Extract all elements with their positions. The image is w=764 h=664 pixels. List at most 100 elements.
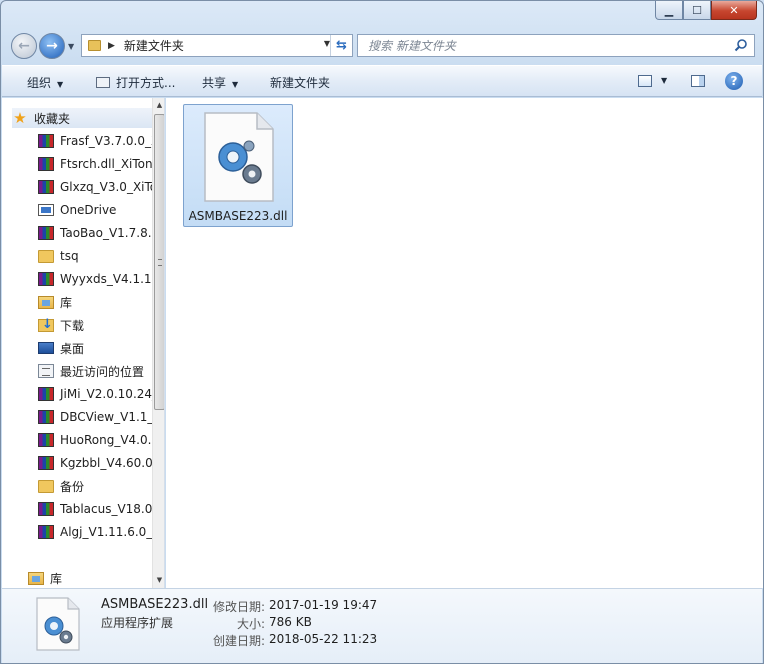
size-value: 786 KB — [269, 615, 312, 629]
created-date-value: 2018-05-22 11:23 — [269, 632, 378, 646]
search-icon[interactable] — [734, 38, 748, 52]
sidebar-item-label: TaoBao_V1.7.8. — [60, 226, 152, 240]
caption-buttons: ▁ ☐ ✕ — [655, 1, 757, 21]
dll-settings-file-icon — [36, 597, 80, 651]
rar-archive-icon — [38, 180, 54, 194]
modified-date-label: 修改日期: — [212, 600, 265, 614]
navigation-pane-scrollbar[interactable]: ▲ ▼ — [152, 98, 164, 588]
scroll-up-icon[interactable]: ▲ — [153, 98, 164, 112]
size-label: 大小: — [236, 617, 265, 631]
back-arrow-icon: ← — [18, 38, 30, 54]
scroll-down-icon[interactable]: ▼ — [153, 573, 164, 587]
share-menu[interactable]: 共享 ▼ — [202, 74, 238, 91]
search-placeholder: 搜索 新建文件夹 — [368, 39, 456, 53]
rar-archive-icon — [38, 272, 54, 286]
sidebar-item-label: 桌面 — [60, 341, 85, 356]
sidebar-item[interactable]: Algj_V1.11.6.0_X — [38, 522, 164, 542]
sidebar-item[interactable]: DBCView_V1.1_ — [38, 407, 164, 427]
sidebar-item-label: Ftsrch.dll_XiTon — [60, 157, 153, 171]
sidebar-item-label: 备份 — [60, 479, 85, 494]
favorites-header[interactable]: ★ 收藏夹 — [12, 108, 159, 128]
rar-archive-icon — [38, 410, 54, 424]
recent-places-icon — [38, 364, 54, 378]
rar-archive-icon — [38, 226, 54, 240]
sidebar-item-library[interactable]: 库 — [38, 292, 164, 312]
sidebar-item-label: HuoRong_V4.0. — [60, 433, 152, 447]
sidebar-item[interactable]: Ftsrch.dll_XiTon — [38, 154, 164, 174]
dll-settings-file-icon — [204, 112, 274, 202]
sidebar-item-downloads[interactable]: 下载 — [38, 315, 164, 335]
folder-icon — [88, 40, 101, 51]
breadcrumb-chevron-icon[interactable]: ▶ — [108, 41, 115, 51]
organize-menu[interactable]: 组织 ▼ — [27, 74, 63, 91]
sidebar-item[interactable]: TaoBao_V1.7.8. — [38, 223, 164, 243]
search-input[interactable]: 搜索 新建文件夹 — [357, 34, 755, 57]
back-button[interactable]: ← — [11, 33, 37, 59]
libraries-header[interactable]: 库 — [28, 568, 164, 588]
sidebar-item-backup[interactable]: 备份 — [38, 476, 164, 496]
chevron-down-icon: ▼ — [232, 80, 239, 89]
new-folder-label: 新建文件夹 — [270, 76, 331, 90]
details-pane: ASMBASE223.dll 应用程序扩展 修改日期: 2017-01-19 1… — [2, 588, 762, 663]
command-bar: 组织 ▼ 打开方式... 共享 ▼ 新建文件夹 ▼ ? — [2, 65, 762, 97]
sidebar-item-label: tsq — [60, 249, 79, 263]
view-options-dropdown[interactable]: ▼ — [661, 76, 667, 85]
sidebar-item[interactable]: Kgzbbl_V4.60.0 — [38, 453, 164, 473]
libraries-label: 库 — [50, 571, 63, 586]
scrollbar-thumb[interactable] — [154, 114, 164, 410]
chevron-down-icon: ▼ — [57, 80, 64, 89]
sidebar-item-label: Tablacus_V18.0 — [60, 502, 153, 516]
created-date-label: 创建日期: — [212, 634, 265, 648]
modified-date-value: 2017-01-19 19:47 — [269, 598, 378, 612]
folder-icon — [38, 479, 54, 493]
close-button[interactable]: ✕ — [711, 1, 757, 20]
open-with-button[interactable]: 打开方式... — [96, 74, 175, 91]
navigation-bar: ← → ▼ ▶ 新建文件夹 ▼ ⇆ 搜索 新建文件夹 — [9, 31, 757, 61]
organize-label: 组织 — [27, 76, 52, 90]
sidebar-item-recent-places[interactable]: 最近访问的位置 — [38, 361, 164, 381]
help-icon[interactable]: ? — [725, 72, 743, 90]
new-folder-button[interactable]: 新建文件夹 — [270, 74, 330, 91]
explorer-window: ▁ ☐ ✕ ← → ▼ ▶ 新建文件夹 ▼ ⇆ 搜索 新建文件夹 组织 ▼ 打开… — [0, 0, 764, 664]
open-with-icon — [96, 77, 110, 88]
change-view-icon[interactable] — [638, 75, 652, 87]
sidebar-item-label: Wyyxds_V4.1.1. — [60, 272, 156, 286]
open-with-label: 打开方式... — [116, 76, 176, 90]
folder-icon — [38, 249, 54, 263]
sidebar-item-label: Algj_V1.11.6.0_X — [60, 525, 161, 539]
recent-pages-dropdown[interactable]: ▼ — [68, 42, 74, 51]
rar-archive-icon — [38, 433, 54, 447]
sidebar-item[interactable]: Tablacus_V18.0 — [38, 499, 164, 519]
minimize-button[interactable]: ▁ — [655, 1, 683, 20]
onedrive-icon — [38, 204, 54, 216]
favorites-label: 收藏夹 — [34, 111, 71, 126]
sidebar-item[interactable]: Glxzq_V3.0_XiTo — [38, 177, 164, 197]
sidebar-item-tsq[interactable]: tsq — [38, 246, 164, 266]
forward-button[interactable]: → — [39, 33, 65, 59]
sidebar-item-label: Frasf_V3.7.0.0_X — [60, 134, 160, 148]
sidebar-item-label: OneDrive — [60, 203, 117, 217]
rar-archive-icon — [38, 525, 54, 539]
rar-archive-icon — [38, 456, 54, 470]
sidebar-item[interactable]: HuoRong_V4.0. — [38, 430, 164, 450]
maximize-button[interactable]: ☐ — [683, 1, 711, 20]
file-item[interactable]: ASMBASE223.dll — [183, 104, 293, 227]
library-icon — [28, 571, 44, 585]
preview-pane-icon[interactable] — [691, 75, 705, 87]
sidebar-item[interactable]: Frasf_V3.7.0.0_X — [38, 131, 164, 151]
sidebar-item-label: JiMi_V2.0.10.24_ — [60, 387, 159, 401]
sidebar-item-desktop[interactable]: 桌面 — [38, 338, 164, 358]
downloads-icon — [38, 317, 54, 332]
rar-archive-icon — [38, 387, 54, 401]
breadcrumb-current-folder[interactable]: 新建文件夹 — [124, 37, 184, 54]
sidebar-item-onedrive[interactable]: OneDrive — [38, 200, 164, 220]
sidebar-item-label: 下载 — [60, 318, 85, 333]
address-bar[interactable]: ▶ 新建文件夹 ▼ ⇆ — [81, 34, 353, 57]
sidebar-item[interactable]: JiMi_V2.0.10.24_ — [38, 384, 164, 404]
refresh-button[interactable]: ⇆ — [330, 35, 352, 56]
sidebar-item[interactable]: Wyyxds_V4.1.1. — [38, 269, 164, 289]
rar-archive-icon — [38, 157, 54, 171]
sidebar-item-label: Kgzbbl_V4.60.0 — [60, 456, 153, 470]
desktop-icon — [38, 342, 54, 354]
scrollbar-grip — [158, 259, 162, 266]
